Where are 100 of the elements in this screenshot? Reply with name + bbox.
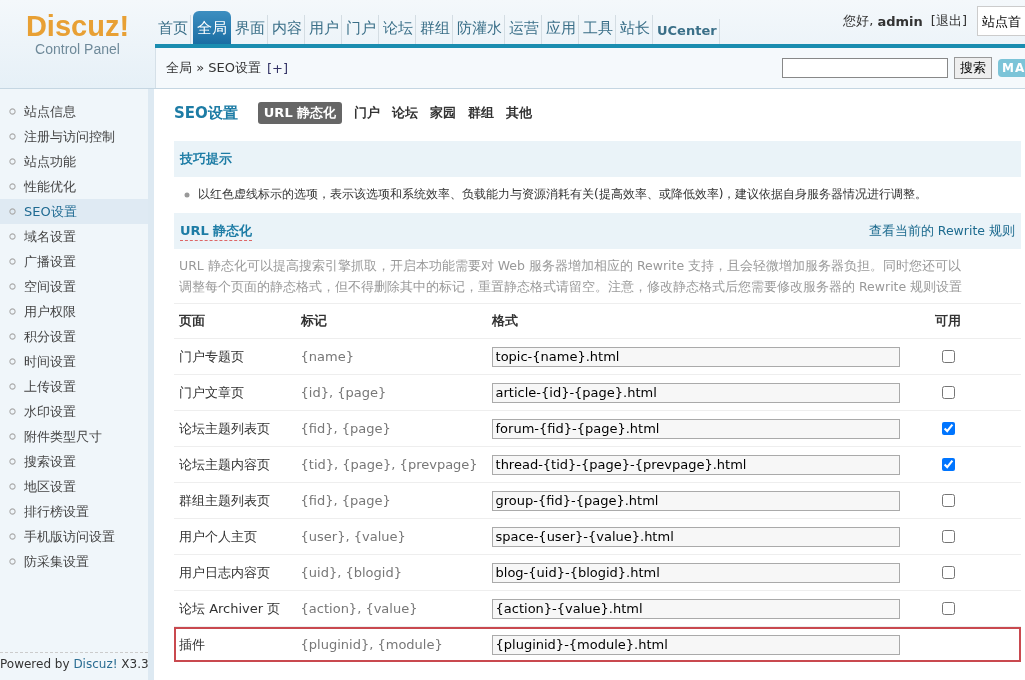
table-cell: {name} [295, 338, 487, 375]
sidebar-item[interactable]: 广播设置 [0, 249, 148, 274]
sub-tab[interactable]: 门户 [354, 104, 381, 122]
logout-link[interactable]: [退出] [930, 12, 967, 30]
table-cell: 门户专题页 [174, 338, 296, 375]
bullet-icon [9, 158, 16, 165]
bullet-icon [9, 408, 16, 415]
format-field[interactable]: {action}-{value}.html [491, 598, 900, 619]
column-header: 格式 [486, 303, 905, 339]
sub-tab[interactable]: URL 静态化 [257, 102, 343, 124]
table-cell: {fid}, {page} [295, 410, 487, 447]
nav-tab[interactable]: 群组 [418, 15, 453, 44]
tips-header: 技巧提示 [174, 141, 1021, 177]
sidebar-item[interactable]: 排行榜设置 [0, 499, 148, 524]
sidebar-item[interactable]: 上传设置 [0, 374, 148, 399]
format-field[interactable]: {pluginid}-{module}.html [491, 634, 900, 655]
nav-tab[interactable]: 防灌水 [455, 15, 505, 44]
nav-tab[interactable]: 门户 [344, 15, 379, 44]
enable-checkbox[interactable] [941, 458, 955, 471]
sidebar-item[interactable]: 地区设置 [0, 474, 148, 499]
site-home-button[interactable]: 站点首 [977, 6, 1025, 36]
tip-text: 以红色虚线标示的选项，表示该选项和系统效率、负载能力与资源消耗有关(提高效率、或降低效率)，建议依据自身服务器情况进行调整。 [198, 186, 928, 203]
enable-checkbox[interactable] [941, 530, 955, 543]
table-cell: {action}, {value} [295, 590, 487, 627]
enable-checkbox[interactable] [941, 566, 955, 579]
column-header: 可用 [904, 303, 1021, 339]
sidebar-item[interactable]: 站点信息 [0, 99, 148, 124]
format-field[interactable]: article-{id}-{page}.html [491, 382, 900, 403]
sidebar-item[interactable]: 积分设置 [0, 324, 148, 349]
add-shortcut-link[interactable]: [+] [266, 60, 288, 76]
table-cell: 论坛 Archiver 页 [174, 590, 296, 627]
bullet-icon [9, 433, 16, 440]
sidebar-item[interactable]: 手机版访问设置 [0, 524, 148, 549]
enable-checkbox[interactable] [941, 602, 955, 615]
table-cell: {user}, {value} [295, 518, 487, 555]
breadcrumb: 全局 » SEO设置 [166, 59, 261, 77]
sub-tab[interactable]: 其他 [506, 104, 533, 122]
rewrite-rules-link[interactable]: 查看当前的 Rewrite 规则 [868, 222, 1015, 240]
sidebar-item[interactable]: 性能优化 [0, 174, 148, 199]
enable-checkbox[interactable] [941, 422, 955, 435]
format-field[interactable]: space-{user}-{value}.html [491, 526, 900, 547]
table-cell: 群组主题列表页 [174, 482, 296, 519]
greeting-text: 您好, [843, 12, 874, 30]
powered-by-text: Powered by Discuz! X3.3 [0, 652, 148, 680]
bullet-icon [9, 183, 16, 190]
table-cell: 论坛主题列表页 [174, 410, 296, 447]
nav-tab[interactable]: 运营 [507, 15, 542, 44]
sidebar-item[interactable]: 防采集设置 [0, 549, 148, 574]
sidebar-item[interactable]: 域名设置 [0, 224, 148, 249]
format-field[interactable]: thread-{tid}-{page}-{prevpage}.html [491, 454, 900, 475]
table-cell: {tid}, {page}, {prevpage} [295, 446, 487, 483]
bullet-icon [184, 191, 190, 198]
sidebar-item[interactable]: 水印设置 [0, 399, 148, 424]
bullet-icon [9, 333, 16, 340]
sidebar-item[interactable]: SEO设置 [0, 199, 148, 224]
bullet-icon [9, 308, 16, 315]
enable-checkbox[interactable] [941, 386, 955, 399]
nav-tab[interactable]: 内容 [270, 15, 305, 44]
enable-checkbox[interactable] [941, 350, 955, 363]
sub-tab[interactable]: 家园 [430, 104, 457, 122]
sidebar-item[interactable]: 站点功能 [0, 149, 148, 174]
section-description: URL 静态化可以提高搜索引擎抓取，开启本功能需要对 Web 服务器增加相应的 Rewrite 支持，且会轻微增加服务器负担。同时您还可以调整每个页面的静态格式，但不得删除其中的标记，重置静态格式请留空。注意，修改静态格式后您需要修改服务器的 Rewrite 规则设置 [178, 257, 964, 296]
bullet-icon [9, 458, 16, 465]
enable-checkbox[interactable] [941, 494, 955, 507]
sidebar-item[interactable]: 时间设置 [0, 349, 148, 374]
nav-tab[interactable]: 首页 [156, 15, 191, 44]
nav-tab[interactable]: 站长 [618, 15, 653, 44]
column-header: 页面 [174, 303, 296, 339]
table-cell: {pluginid}, {module} [295, 626, 487, 662]
sub-tab[interactable]: 论坛 [392, 104, 419, 122]
sub-tab[interactable]: 群组 [468, 104, 495, 122]
sidebar-item[interactable]: 搜索设置 [0, 449, 148, 474]
bullet-icon [9, 483, 16, 490]
logo-text: Discuz! [25, 12, 130, 41]
search-field[interactable] [782, 58, 948, 78]
format-field[interactable]: topic-{name}.html [491, 346, 900, 367]
bullet-icon [9, 283, 16, 290]
table-cell: 门户文章页 [174, 374, 296, 411]
format-field[interactable]: group-{fid}-{page}.html [491, 490, 900, 511]
bullet-icon [9, 133, 16, 140]
bullet-icon [9, 108, 16, 115]
nav-tab[interactable]: 应用 [544, 15, 579, 44]
table-cell: {uid}, {blogid} [295, 554, 487, 591]
sidebar-item[interactable]: 注册与访问控制 [0, 124, 148, 149]
format-field[interactable]: blog-{uid}-{blogid}.html [491, 562, 900, 583]
nav-tab[interactable]: 界面 [233, 15, 268, 44]
format-field[interactable]: forum-{fid}-{page}.html [491, 418, 900, 439]
search-button[interactable]: 搜索 [954, 57, 992, 79]
sidebar-item[interactable]: 用户权限 [0, 299, 148, 324]
table-cell: {fid}, {page} [295, 482, 487, 519]
bullet-icon [9, 358, 16, 365]
nav-tab[interactable]: 全局 [193, 11, 231, 44]
bullet-icon [9, 558, 16, 565]
sidebar-item[interactable]: 附件类型尺寸 [0, 424, 148, 449]
nav-tab[interactable]: 论坛 [381, 15, 416, 44]
sidebar-item[interactable]: 空间设置 [0, 274, 148, 299]
nav-tab[interactable]: 用户 [307, 15, 342, 44]
nav-tab[interactable]: 工具 [581, 15, 616, 44]
table-cell: 用户日志内容页 [174, 554, 296, 591]
nav-tab[interactable]: UCenter [655, 19, 720, 44]
